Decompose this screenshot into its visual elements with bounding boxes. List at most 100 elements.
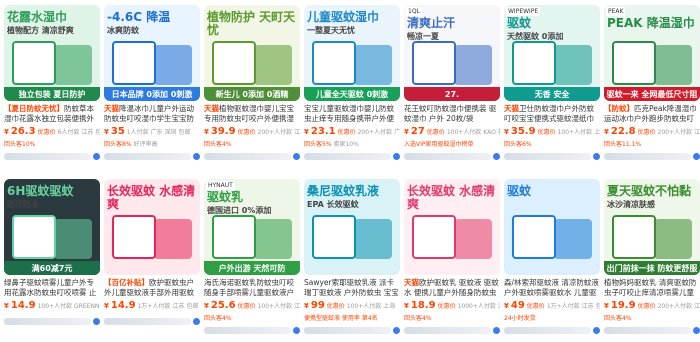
image-promo-strip: 独立包装 夏日防护: [4, 87, 100, 101]
shop-link[interactable]: [4, 151, 100, 161]
shop-name-placeholder: [204, 152, 291, 160]
product-card[interactable]: WIPEWIPE 驱蚊 天然驱蚊 0添加 无香 安全天猫卫仕防蚊湿巾户外防蚊叮咬宝宝便…: [504, 5, 600, 175]
ship-location: 上海: [383, 303, 396, 310]
shop-name-placeholder: [104, 152, 191, 160]
product-title[interactable]: Sawyer索耶驱蚊乳液 派卡瑞丁驱蚊液 户外防蚊虫 宝宝: [304, 278, 400, 298]
product-price: 49: [510, 300, 525, 311]
image-subline: 德国进口 0%添加: [207, 206, 272, 215]
sales-count: 6人付款: [57, 129, 80, 136]
meta-highlight: 便携型驱蚊液 使用率 第4名: [304, 315, 378, 322]
ship-location: 江苏: [694, 303, 700, 310]
product-image[interactable]: PEAK PEAK 降温湿巾 驱蚊一来 全网最低尺寸阻: [604, 5, 700, 101]
shop-icon: [693, 326, 700, 334]
shop-link[interactable]: [104, 316, 200, 326]
product-card[interactable]: 6H驱蚊驱蚊 防汗防水 满60减7元绿鼻子驱蚊喷雾儿童户外专用花露水防蚊虫叮咬喷雾 …: [4, 179, 100, 341]
product-title[interactable]: 天猫欧护驱蚊乳 驱蚊液 驱蚊水 便携儿童户外随身防蚊虫 婴儿: [404, 278, 500, 298]
image-headline: 驱蚊: [507, 184, 532, 198]
sales-count: 100+人付款: [557, 129, 593, 136]
product-title[interactable]: 【百亿补贴】欧护驱蚊虫户外儿童驱蚊液手部外用驱蚊水宝宝 婴儿孕妇: [104, 278, 200, 298]
shop-link[interactable]: [504, 151, 600, 161]
sales-count: 100+人付款: [446, 129, 482, 136]
product-card[interactable]: PEAK PEAK 降温湿巾 驱蚊一来 全网最低尺寸阻【防蚊】匹克Peak降温湿巾运…: [604, 5, 700, 175]
shop-name-placeholder: [304, 152, 391, 160]
shop-icon: [693, 152, 700, 160]
product-title[interactable]: 宝宝儿童驱蚊湿巾婴儿防蚊虫止痒专用随身携带户外便携湿巾: [304, 104, 400, 124]
shop-link[interactable]: [404, 151, 500, 161]
product-card[interactable]: 植物防护 天町天忧 新生儿 0添加 0酒精天猫植物驱蚊湿巾婴儿宝宝专用防蚊虫叮咬户…: [204, 5, 300, 175]
price-row: ¥27优惠价100+人付款KAO 花王: [404, 126, 500, 137]
product-card[interactable]: 长效驱蚊 水感清爽天猫欧护驱蚊乳 驱蚊液 驱蚊水 便携儿童户外随身防蚊虫 婴儿 ¥…: [404, 179, 500, 341]
shop-icon: [593, 152, 600, 160]
shop-link[interactable]: [4, 316, 100, 326]
product-image[interactable]: 长效驱蚊 水感清爽: [404, 179, 500, 275]
product-image[interactable]: 驱蚊: [504, 179, 600, 275]
shop-link[interactable]: [204, 325, 300, 335]
product-title[interactable]: 植物妈妈驱蚊乳 清爽驱蚊防虫子叮咬止痒清凉喷雾儿童孕妇: [604, 278, 700, 298]
product-image[interactable]: 6H驱蚊驱蚊 防汗防水 满60减7元: [4, 179, 100, 275]
currency-symbol: ¥: [504, 302, 509, 310]
product-card[interactable]: 长效驱蚊 水感清爽【百亿补贴】欧护驱蚊虫户外儿童驱蚊液手部外用驱蚊水宝宝 婴儿孕…: [104, 179, 200, 341]
product-card[interactable]: 桑尼驱蚊乳液 EPA 长效驱蚊 Sawyer索耶驱蚊乳液 派卡瑞丁驱蚊液 户外防蚊虫…: [304, 179, 400, 341]
product-price: 14.9: [110, 300, 136, 311]
product-image[interactable]: 儿童驱蚊湿巾 一整夏天无忧 儿童全天驱蚊 0刺激: [304, 5, 400, 101]
product-card[interactable]: -4.6C 降温 冰爽防蚊 日本品牌 0添加 0刺激天猫降温冰巾儿童户外运动防蚊虫叮…: [104, 5, 200, 175]
currency-symbol: ¥: [604, 302, 609, 310]
product-title[interactable]: 【夏日防蚊无忧】防蚊草本湿巾花露水独立包装便携外出清凉舒爽: [4, 104, 100, 124]
product-title[interactable]: 森/林索邦驱蚊液 清凉防蚊液 户外驱蚊喷雾驱蚊水 儿童驱蚊: [504, 278, 600, 298]
shop-name-placeholder: [404, 152, 491, 160]
product-image[interactable]: 花露水湿巾 植物配方 清凉舒爽 独立包装 夏日防护: [4, 5, 100, 101]
ship-location: 江苏: [294, 129, 300, 136]
shop-link[interactable]: [304, 325, 400, 335]
shop-link[interactable]: [504, 325, 600, 335]
product-image[interactable]: 1QL 清爽止汗 畅凉一夏 27.: [404, 5, 500, 101]
product-image[interactable]: 桑尼驱蚊乳液 EPA 长效驱蚊: [304, 179, 400, 275]
image-headline: 清爽止汗: [407, 16, 456, 30]
sales-count: 200+人付款: [657, 303, 693, 310]
product-title[interactable]: 绿鼻子驱蚊喷雾儿童户外专用花露水防蚊虫叮咬喷雾 止痒膏: [4, 278, 100, 298]
shop-name-placeholder: [104, 317, 191, 325]
product-card[interactable]: HYNAUT 驱蚊乳 德国进口 0%添加 户外出游 天然可防海氏海诺驱蚊乳防蚊虫叮咬随…: [204, 179, 300, 341]
product-card[interactable]: 夏天驱蚊不怕黏 冰沙清凉肤感 出门前抹一抹 防蚊更舒服植物妈妈驱蚊乳 清爽驱蚊防虫子…: [604, 179, 700, 341]
shop-link[interactable]: [204, 151, 300, 161]
image-subline: 植物配方 清凉舒爽: [7, 26, 74, 35]
product-image[interactable]: WIPEWIPE 驱蚊 天然驱蚊 0添加 无香 安全: [504, 5, 600, 101]
shipping-service: 包邮: [186, 303, 199, 310]
product-price: 18.9: [410, 300, 436, 311]
product-package: [212, 215, 256, 259]
shop-link[interactable]: [104, 151, 200, 161]
brand-badge: 1QL: [406, 7, 422, 16]
product-package-back: [154, 45, 192, 85]
ship-location: GREENNOSE/绿鼻子: [74, 303, 100, 310]
price-row: ¥39.9优惠价200+人付款江苏包邮: [204, 126, 300, 137]
price-note: 优惠价: [337, 129, 356, 136]
product-image[interactable]: HYNAUT 驱蚊乳 德国进口 0%添加 户外出游 天然可防: [204, 179, 300, 275]
price-row: ¥23.1优惠价200+人付款广州包邮: [304, 126, 400, 137]
product-title[interactable]: 天猫卫仕防蚊湿巾户外防蚊叮咬宝宝便携式驱蚊湿纸巾: [504, 104, 600, 124]
meta-highlight: 回头客4%: [204, 141, 232, 148]
product-meta: 回头客4%: [604, 313, 700, 322]
shop-link[interactable]: [604, 151, 700, 161]
product-image[interactable]: 长效驱蚊 水感清爽: [104, 179, 200, 275]
product-card[interactable]: 驱蚊森/林索邦驱蚊液 清凉防蚊液 户外驱蚊喷雾驱蚊水 儿童驱蚊 ¥49优惠价1万+…: [504, 179, 600, 341]
shop-link[interactable]: [404, 325, 500, 335]
sales-count: 1万+人付款: [546, 303, 580, 310]
product-title[interactable]: 花王蚊叮防蚊湿巾便携装 驱蚊湿巾 户外 20枚/袋: [404, 104, 500, 124]
product-title[interactable]: 天猫降温冰巾儿童户外运动防蚊虫叮咬湿巾学生宝宝防晒降温: [104, 104, 200, 124]
product-image[interactable]: 植物防护 天町天忧 新生儿 0添加 0酒精: [204, 5, 300, 101]
product-title[interactable]: 【防蚊】匹克Peak降温湿巾运动冰巾户外跑步防蚊虫叮咬湿巾清凉: [604, 104, 700, 124]
product-title[interactable]: 海氏海诺驱蚊乳防蚊虫叮咬随身手部喷雾儿童驱蚊液户外50g: [204, 278, 300, 298]
product-price: 23.1: [310, 126, 336, 137]
shop-link[interactable]: [604, 325, 700, 335]
product-image[interactable]: 夏天驱蚊不怕黏 冰沙清凉肤感 出门前抹一抹 防蚊更舒服: [604, 179, 700, 275]
shop-link[interactable]: [304, 151, 400, 161]
product-card[interactable]: 花露水湿巾 植物配方 清凉舒爽 独立包装 夏日防护 【夏日防蚊无忧】防蚊草本湿巾花露水…: [4, 5, 100, 175]
meta-highlight: 回头客4%: [404, 315, 432, 322]
product-card[interactable]: 1QL 清爽止汗 畅凉一夏 27. 花王蚊叮防蚊湿巾便携装 驱蚊湿巾 户外 20枚/袋…: [404, 5, 500, 175]
product-card[interactable]: 儿童驱蚊湿巾 一整夏天无忧 儿童全天驱蚊 0刺激宝宝儿童驱蚊湿巾婴儿防蚊虫止痒专用随…: [304, 5, 400, 175]
product-title-text: Sawyer索耶驱蚊乳液 派卡瑞丁驱蚊液 户外防蚊虫 宝宝: [304, 278, 399, 297]
ship-location: 广东 深圳: [150, 129, 177, 136]
product-image[interactable]: -4.6C 降温 冰爽防蚊 日本品牌 0添加 0刺激: [104, 5, 200, 101]
currency-symbol: ¥: [104, 302, 109, 310]
product-title[interactable]: 天猫植物驱蚊湿巾婴儿宝宝专用防蚊虫叮咬户外便携湿纸巾包装: [204, 104, 300, 124]
meta-note: 卖家10%: [333, 141, 359, 148]
